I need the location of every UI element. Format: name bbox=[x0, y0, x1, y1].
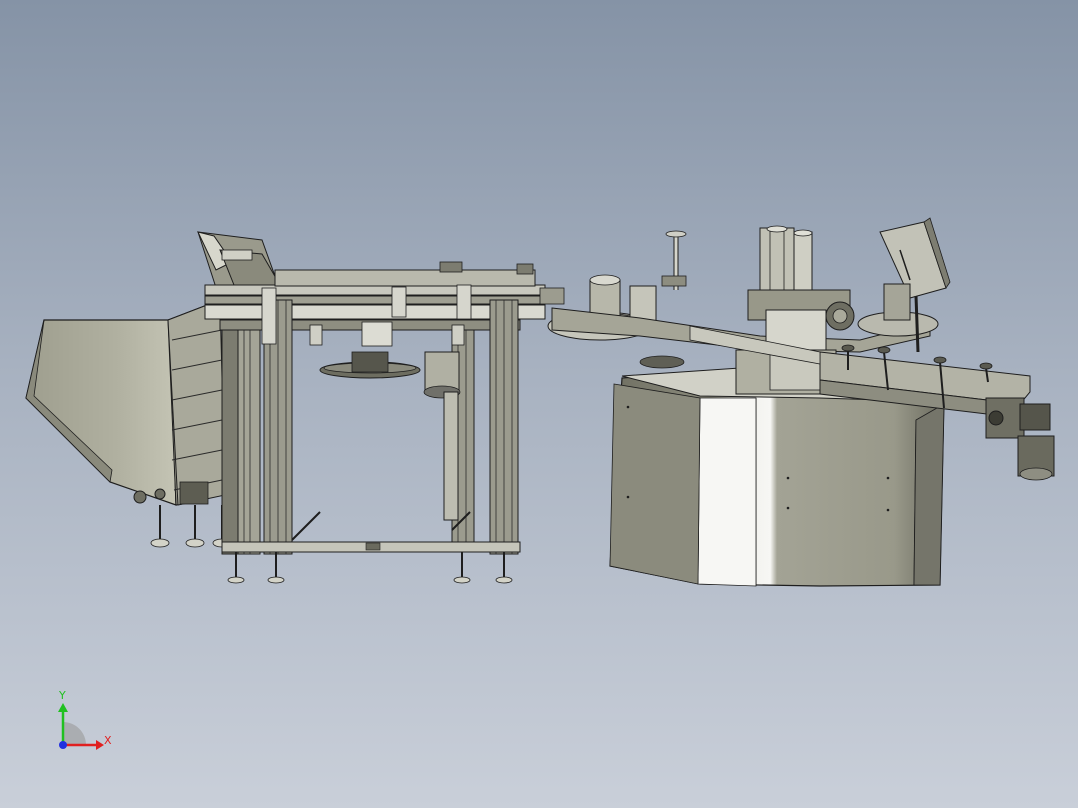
frame-feet bbox=[227, 552, 513, 584]
hopper-feet bbox=[150, 505, 232, 548]
machine-assembly-model[interactable]: X Y bbox=[0, 0, 1078, 808]
y-axis-head bbox=[58, 703, 68, 712]
z-axis-dot bbox=[59, 741, 67, 749]
unscrambler-frame[interactable] bbox=[204, 261, 565, 555]
cad-viewport[interactable]: X Y bbox=[0, 0, 1078, 808]
x-axis-label: X bbox=[104, 734, 112, 747]
bottle-hopper[interactable] bbox=[25, 319, 177, 506]
y-axis-label: Y bbox=[58, 689, 66, 702]
x-axis-head bbox=[96, 740, 104, 750]
coordinate-triad: X Y bbox=[58, 689, 112, 750]
